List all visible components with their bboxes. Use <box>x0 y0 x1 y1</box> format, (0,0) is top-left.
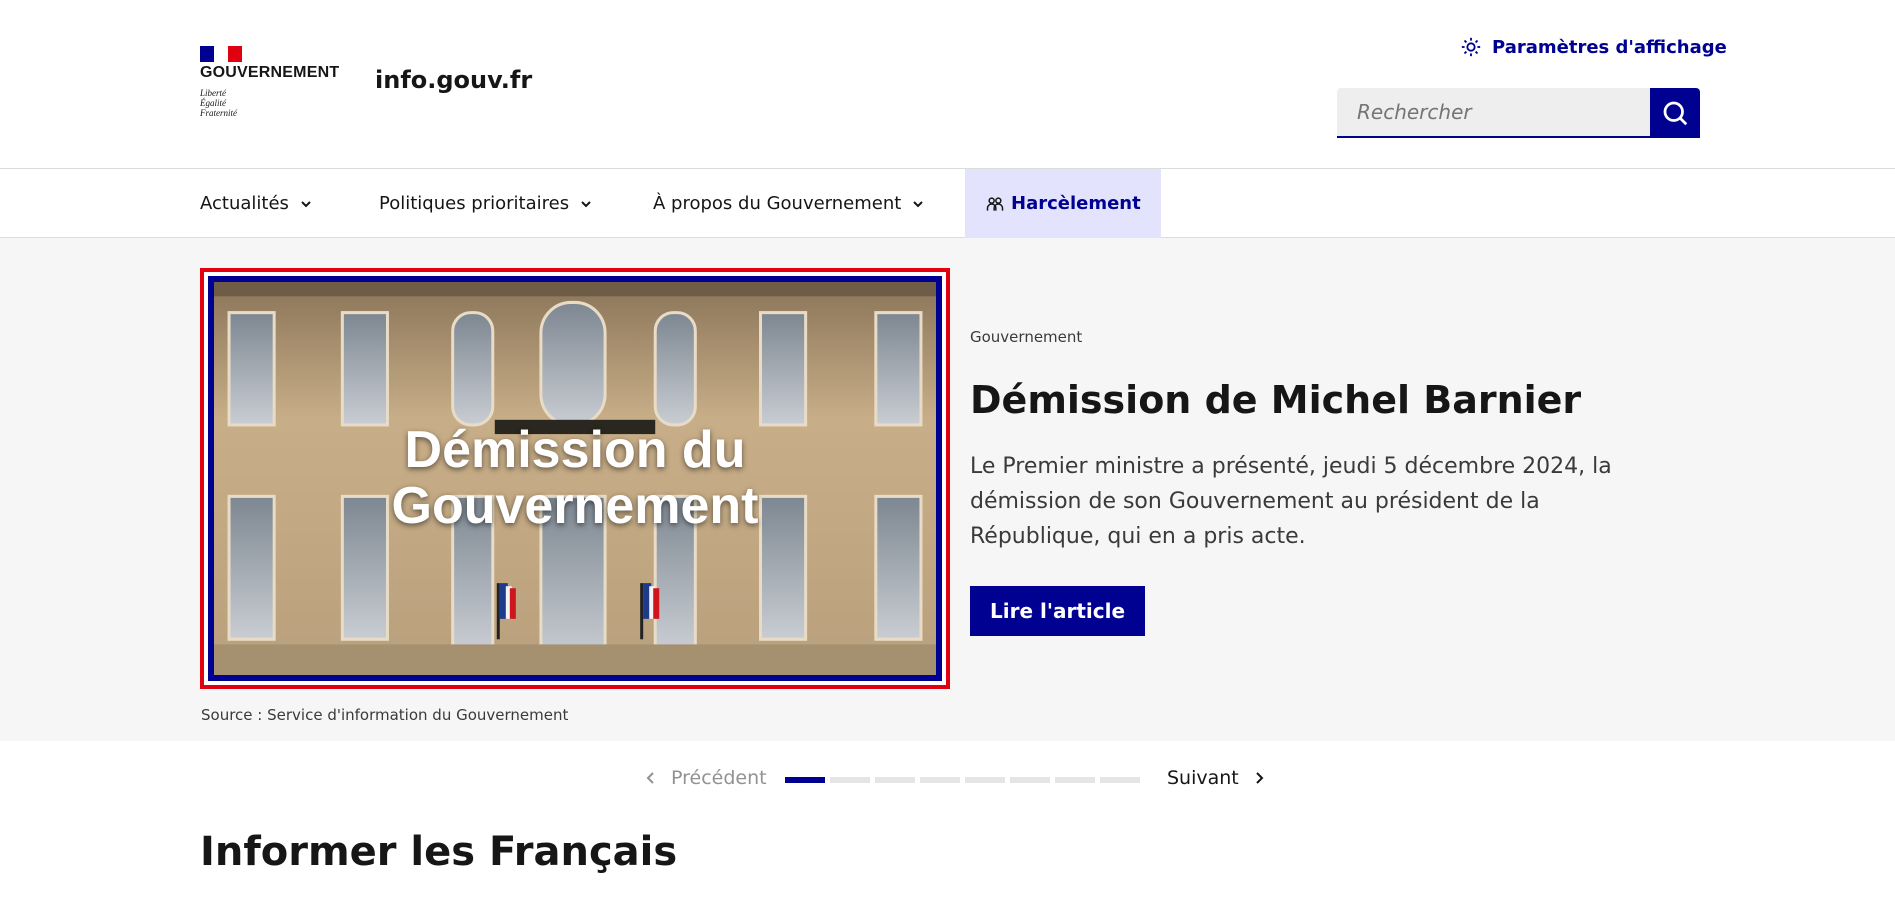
chevron-down-icon <box>301 200 311 207</box>
hero-image: Démission du Gouvernement <box>208 276 942 681</box>
hero-image-title: Démission du Gouvernement <box>214 422 936 534</box>
hero-image-frame[interactable]: Démission du Gouvernement <box>200 268 950 689</box>
hero-headline: Démission de Michel Barnier <box>970 378 1582 422</box>
site-name[interactable]: info.gouv.fr <box>375 66 532 94</box>
motto-line: Égalité <box>200 98 226 108</box>
next-button[interactable]: Suivant <box>1167 767 1265 789</box>
carousel-pager: Précédent Suivant <box>0 741 1895 821</box>
slide-indicator[interactable] <box>830 777 870 783</box>
nav-item-label: Politiques prioritaires <box>379 193 570 214</box>
search-input[interactable] <box>1337 88 1650 138</box>
nav-item-a-propos[interactable]: À propos du Gouvernement <box>653 169 925 238</box>
nav-item-label: Actualités <box>200 193 289 214</box>
slide-indicator[interactable] <box>1010 777 1050 783</box>
slide-indicator[interactable] <box>920 777 960 783</box>
chevron-down-icon <box>581 200 591 207</box>
search-icon <box>1663 101 1688 126</box>
slide-indicator[interactable] <box>1100 777 1140 783</box>
hero-category-tag: Gouvernement <box>970 328 1083 346</box>
slide-indicator[interactable] <box>875 777 915 783</box>
sun-icon <box>1461 37 1481 57</box>
nav-item-harcelement[interactable]: Harcèlement <box>965 169 1161 238</box>
nav-item-label: Harcèlement <box>1011 193 1141 214</box>
hero-description: Le Premier ministre a présenté, jeudi 5 … <box>970 454 1612 549</box>
hero-image-title-line: Démission du <box>404 421 746 479</box>
hero-image-title-line: Gouvernement <box>391 477 759 535</box>
nav-item-label: À propos du Gouvernement <box>653 193 902 214</box>
slide-indicator[interactable] <box>1055 777 1095 783</box>
chevron-down-icon <box>913 200 924 207</box>
previous-label: Précédent <box>671 767 767 789</box>
hero-carousel: Démission du Gouvernement Source : Servi… <box>0 238 1895 741</box>
gov-label: GOUVERNEMENT <box>200 64 340 81</box>
chevron-left-icon <box>646 772 654 784</box>
slide-indicators <box>785 777 1140 783</box>
nav-item-actualites[interactable]: Actualités <box>200 169 313 238</box>
read-article-button[interactable]: Lire l'article <box>970 586 1146 636</box>
site-header: GOUVERNEMENT Liberté Égalité Fraternité … <box>0 0 1895 169</box>
image-source: Source : Service d'information du Gouver… <box>201 706 569 724</box>
search-bar <box>1337 88 1700 138</box>
people-icon <box>986 196 1004 211</box>
search-button[interactable] <box>1650 88 1700 138</box>
marianne-flag-icon <box>200 46 242 62</box>
nav-item-politiques[interactable]: Politiques prioritaires <box>379 169 593 238</box>
next-label: Suivant <box>1167 767 1239 789</box>
display-settings-button[interactable]: Paramètres d'affichage <box>1460 36 1727 58</box>
previous-button[interactable]: Précédent <box>645 767 767 789</box>
motto-line: Fraternité <box>200 108 237 118</box>
slide-indicator[interactable] <box>965 777 1005 783</box>
motto-line: Liberté <box>200 88 226 98</box>
slide-indicator[interactable] <box>785 777 825 783</box>
republic-motto: Liberté Égalité Fraternité <box>200 88 340 118</box>
chevron-right-icon <box>1256 772 1264 784</box>
main-navigation: Actualités Politiques prioritaires À pro… <box>0 169 1895 238</box>
government-logo[interactable]: GOUVERNEMENT Liberté Égalité Fraternité <box>200 46 340 118</box>
section-title: Informer les Français <box>200 829 678 875</box>
display-settings-label: Paramètres d'affichage <box>1492 36 1727 58</box>
